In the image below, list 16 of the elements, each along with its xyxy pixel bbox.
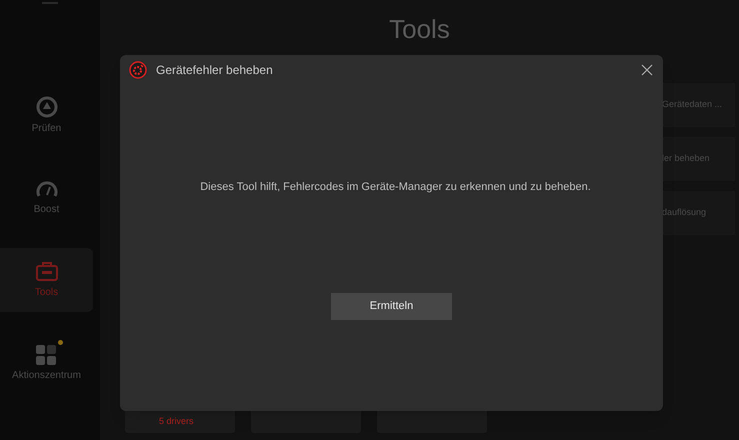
- gear-icon: [129, 61, 147, 79]
- close-icon[interactable]: [641, 64, 653, 76]
- ring-icon: [36, 96, 58, 118]
- dialog-title: Gerätefehler beheben: [156, 62, 273, 79]
- tool-card[interactable]: [251, 411, 361, 433]
- tool-card[interactable]: [377, 411, 487, 433]
- sidebar-item[interactable]: Boost: [0, 166, 93, 230]
- ermitteln-button[interactable]: Ermitteln: [331, 292, 452, 320]
- toolbox-icon: [34, 260, 58, 282]
- sidebar-item[interactable]: Prüfen: [0, 84, 93, 148]
- tool-card[interactable]: 5 drivers: [125, 411, 235, 433]
- dialog-message: Dieses Tool hilft, Fehlercodes im Geräte-Manager zu erkennen und zu beheben.: [199, 180, 591, 195]
- page-title: Tools: [388, 13, 451, 46]
- sidebar-item[interactable]: Aktionszentrum: [0, 330, 93, 394]
- gauge-icon: [36, 179, 58, 199]
- sidebar-item[interactable]: Tools: [0, 248, 93, 312]
